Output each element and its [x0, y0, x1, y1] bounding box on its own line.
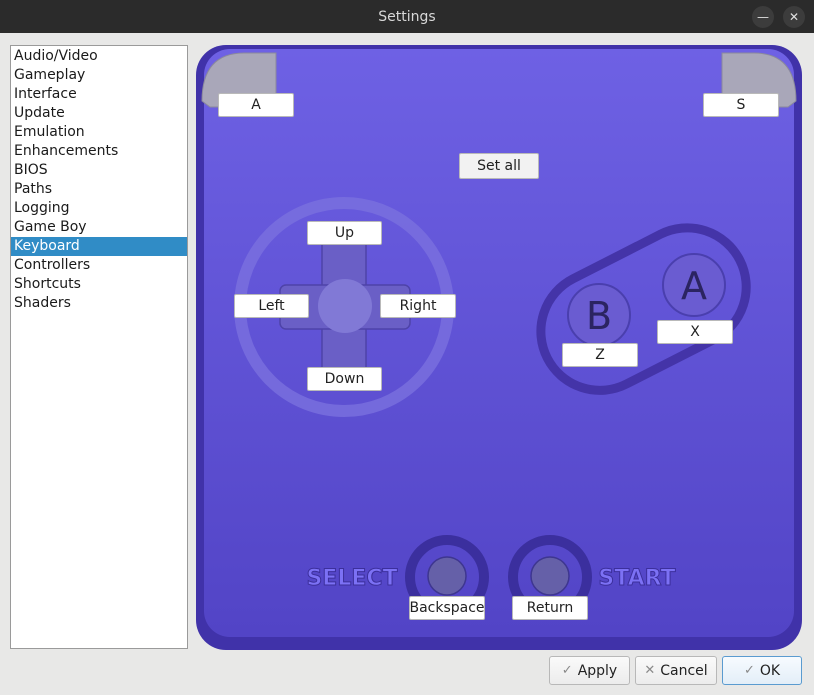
- face-button-a-letter: A: [681, 264, 707, 308]
- sidebar-item-gameplay[interactable]: Gameplay: [11, 66, 187, 85]
- window-title: Settings: [378, 8, 436, 25]
- binding-l-button[interactable]: A: [218, 93, 294, 117]
- check-icon: ✓: [743, 663, 755, 678]
- sidebar-item-interface[interactable]: Interface: [11, 85, 187, 104]
- sidebar-item-controllers[interactable]: Controllers: [11, 256, 187, 275]
- binding-b-button[interactable]: Z: [562, 343, 638, 367]
- ok-button[interactable]: ✓ OK: [722, 656, 802, 685]
- x-icon: ✕: [644, 663, 656, 678]
- set-all-button[interactable]: Set all: [459, 153, 539, 179]
- binding-r-button[interactable]: S: [703, 93, 779, 117]
- binding-right-button[interactable]: Right: [380, 294, 456, 318]
- ok-label: OK: [759, 662, 781, 679]
- gamepad-illustration: B A SELECT START: [196, 45, 802, 650]
- sidebar-item-audio-video[interactable]: Audio/Video: [11, 47, 187, 66]
- binding-up-button[interactable]: Up: [307, 221, 382, 245]
- sidebar-item-keyboard[interactable]: Keyboard: [11, 237, 187, 256]
- dpad-center: [318, 279, 372, 333]
- settings-category-list[interactable]: Audio/Video Gameplay Interface Update Em…: [10, 45, 188, 649]
- sidebar-item-bios[interactable]: BIOS: [11, 161, 187, 180]
- sidebar-item-enhancements[interactable]: Enhancements: [11, 142, 187, 161]
- binding-start-button[interactable]: Return: [512, 596, 588, 620]
- cancel-label: Cancel: [660, 662, 708, 679]
- sidebar-item-game-boy[interactable]: Game Boy: [11, 218, 187, 237]
- apply-button[interactable]: ✓ Apply: [549, 656, 630, 685]
- start-label-text: START: [598, 566, 675, 591]
- apply-label: Apply: [577, 662, 618, 679]
- binding-select-button[interactable]: Backspace: [409, 596, 485, 620]
- sidebar-item-paths[interactable]: Paths: [11, 180, 187, 199]
- check-icon: ✓: [561, 663, 573, 678]
- minimize-icon[interactable]: —: [752, 6, 774, 28]
- face-button-b-letter: B: [586, 294, 612, 338]
- close-icon[interactable]: ✕: [783, 6, 805, 28]
- gamepad-diagram: B A SELECT START: [196, 45, 802, 650]
- sidebar-item-update[interactable]: Update: [11, 104, 187, 123]
- binding-left-button[interactable]: Left: [234, 294, 309, 318]
- sidebar-item-shaders[interactable]: Shaders: [11, 294, 187, 313]
- binding-down-button[interactable]: Down: [307, 367, 382, 391]
- sidebar-item-logging[interactable]: Logging: [11, 199, 187, 218]
- select-label-text: SELECT: [306, 566, 397, 591]
- select-button: [427, 556, 467, 596]
- sidebar-item-emulation[interactable]: Emulation: [11, 123, 187, 142]
- title-bar: Settings — ✕: [0, 0, 814, 33]
- start-button: [530, 556, 570, 596]
- sidebar-item-shortcuts[interactable]: Shortcuts: [11, 275, 187, 294]
- binding-a-button[interactable]: X: [657, 320, 733, 344]
- cancel-button[interactable]: ✕ Cancel: [635, 656, 717, 685]
